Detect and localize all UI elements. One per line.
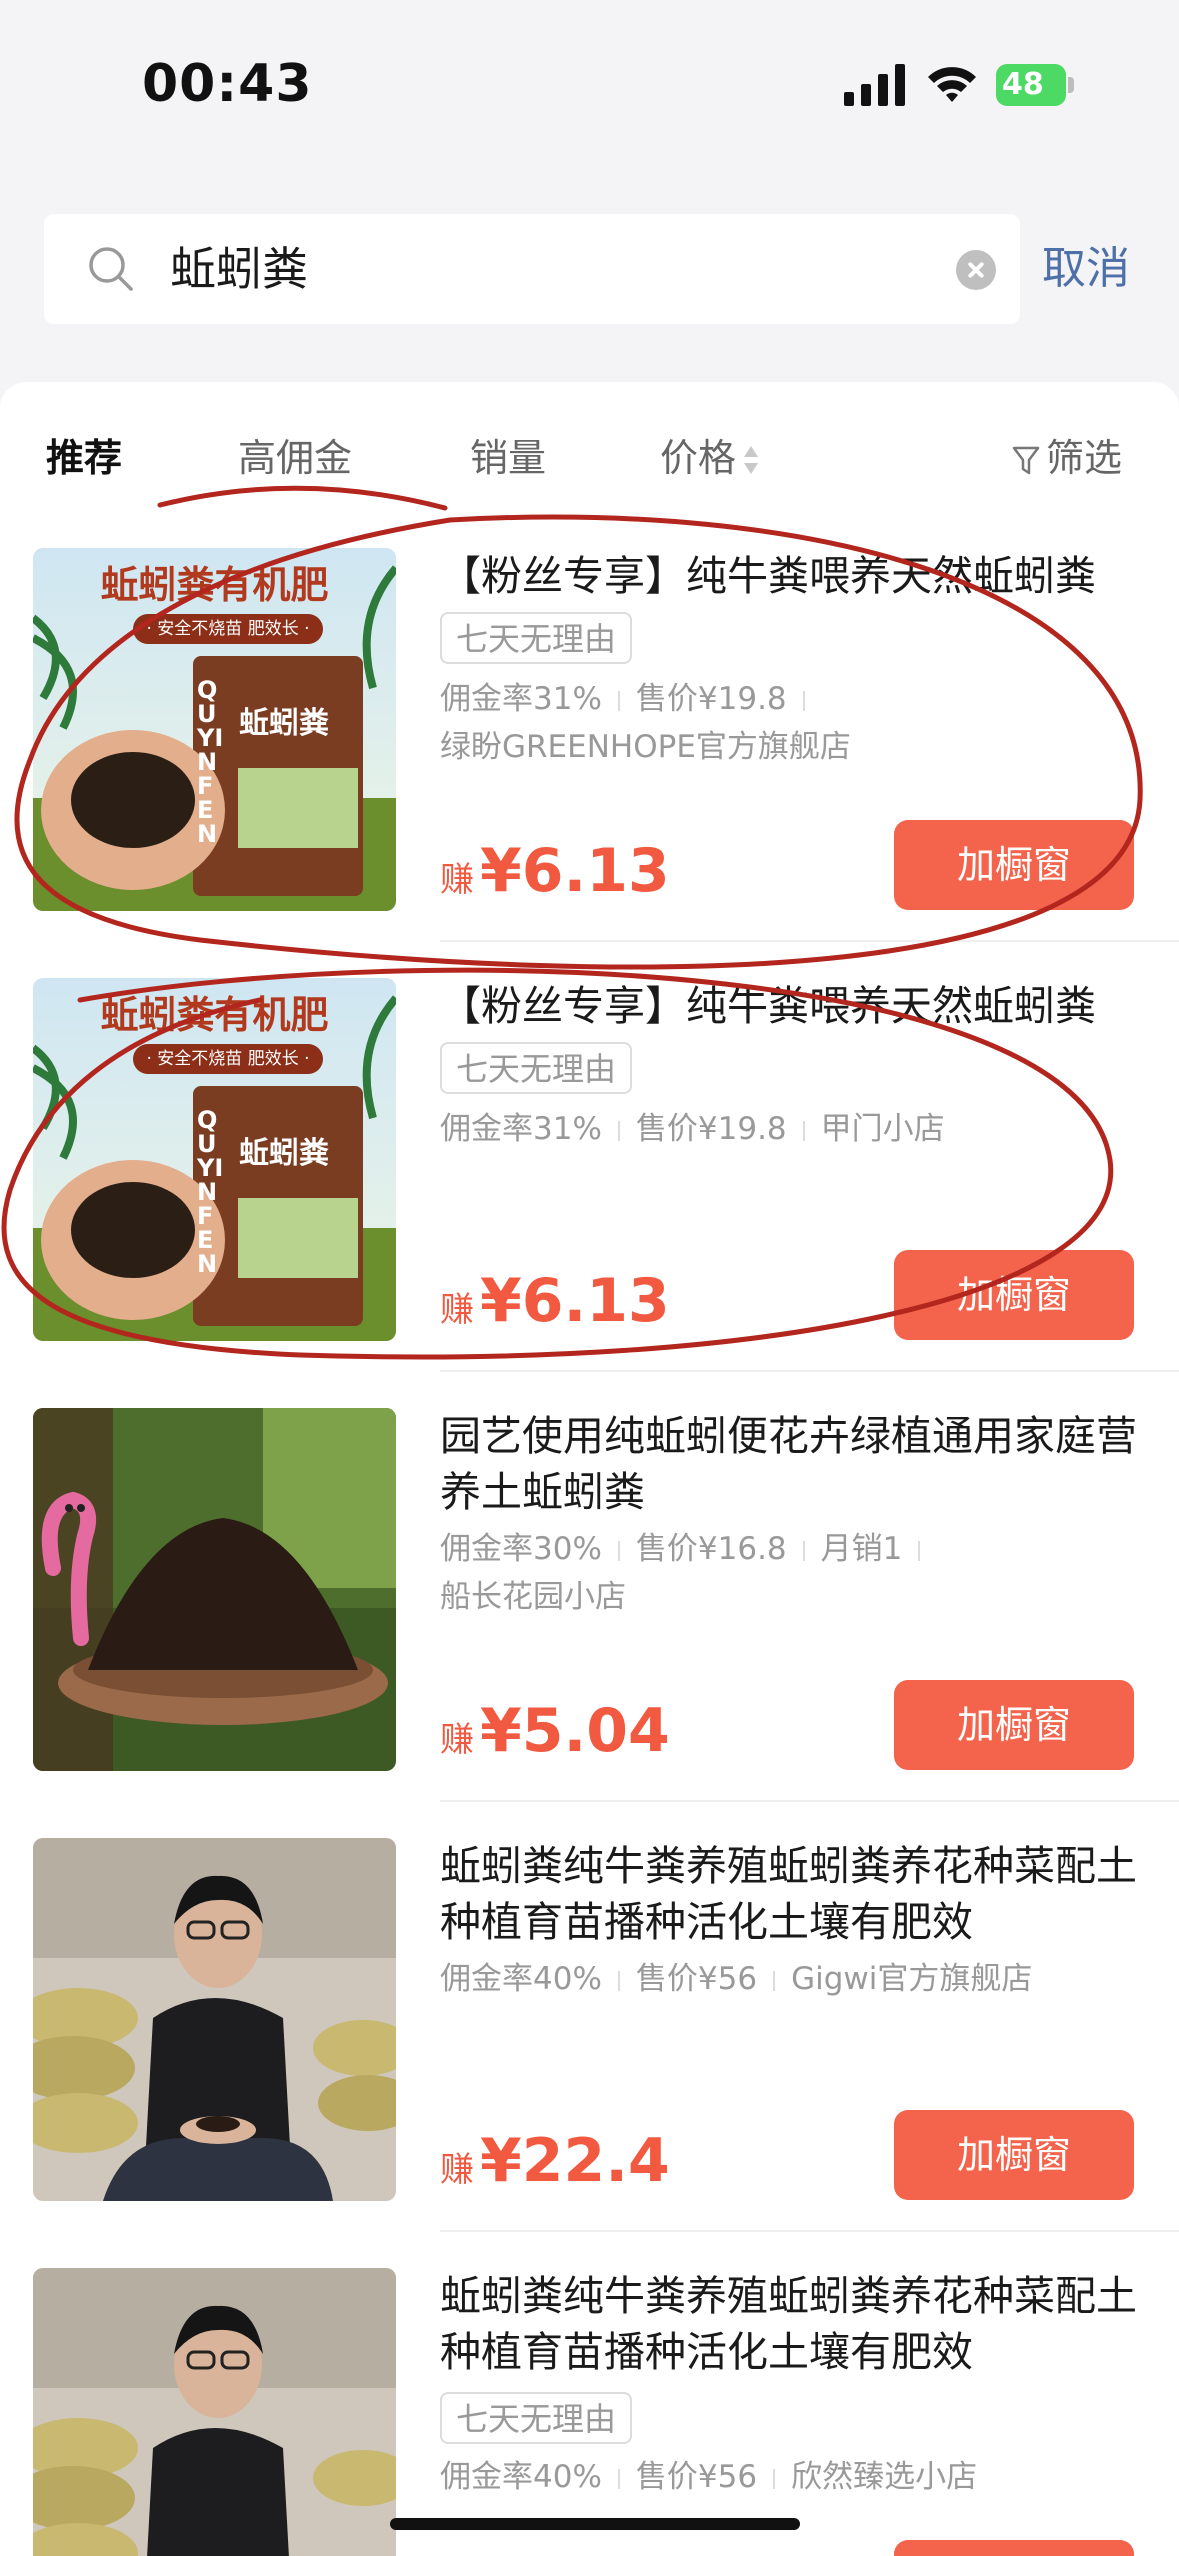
earn-label: 赚 bbox=[440, 860, 474, 900]
product-meta: 佣金率31% 售价¥19.8 甲门小店 bbox=[440, 1106, 945, 1152]
shop-name[interactable]: 船长花园小店 bbox=[440, 1574, 626, 1620]
image-bag-brand: QUYINFEN bbox=[197, 676, 224, 848]
sale-price: 售价¥19.8 bbox=[635, 681, 787, 717]
earn-amount: ¥6.13 bbox=[480, 836, 670, 906]
product-image[interactable]: 蚯蚓粪有机肥 · 安全不烧苗 肥效长 · QUYINFEN 蚯蚓粪 bbox=[33, 978, 396, 1341]
tab-label: 销量 bbox=[470, 436, 547, 480]
product-title[interactable]: 蚯蚓粪纯牛粪养殖蚯蚓粪养花种菜配土种植育苗播种活化土壤有肥效 bbox=[440, 2268, 1140, 2380]
earn-label: 赚 bbox=[440, 2150, 474, 2190]
product-item[interactable]: 蚯蚓粪纯牛粪养殖蚯蚓粪养花种菜配土种植育苗播种活化土壤有肥效 七天无理由 佣金率… bbox=[0, 2268, 1179, 2556]
earn-amount: ¥5.04 bbox=[480, 1696, 670, 1766]
product-item[interactable]: 蚯蚓粪纯牛粪养殖蚯蚓粪养花种菜配土种植育苗播种活化土壤有肥效 佣金率40% 售价¥… bbox=[0, 1838, 1179, 2268]
earn-label: 赚 bbox=[440, 1720, 474, 1760]
return-policy-tag: 七天无理由 bbox=[440, 1042, 633, 1094]
return-policy-tag: 七天无理由 bbox=[440, 2392, 633, 2444]
sale-price: 售价¥16.8 bbox=[635, 1531, 787, 1567]
product-title[interactable]: 蚯蚓粪纯牛粪养殖蚯蚓粪养花种菜配土种植育苗播种活化土壤有肥效 bbox=[440, 1838, 1140, 1950]
divider bbox=[440, 1800, 1179, 1802]
product-meta: 佣金率40% 售价¥56 欣然臻选小店 bbox=[440, 2454, 977, 2500]
tab-label: 推荐 bbox=[46, 436, 123, 480]
battery-icon: 48 bbox=[996, 64, 1076, 106]
sort-tabs: 推荐 高佣金 销量 价格 筛选 bbox=[0, 418, 1179, 498]
shop-name[interactable]: 欣然臻选小店 bbox=[791, 2459, 977, 2495]
earnings: 赚 ¥5.04 bbox=[440, 1696, 670, 1766]
add-to-showcase-button[interactable]: 加橱窗 bbox=[894, 1680, 1134, 1770]
tab-label: 价格 bbox=[660, 436, 737, 480]
search-input[interactable]: 蚯蚓粪 bbox=[170, 234, 308, 304]
cellular-signal-icon bbox=[844, 64, 905, 106]
tab-label: 高佣金 bbox=[238, 436, 353, 480]
sale-price: 售价¥19.8 bbox=[635, 1111, 787, 1147]
shop-name[interactable]: 绿盼GREENHOPE官方旗舰店 bbox=[440, 724, 851, 770]
earnings: 赚 ¥6.13 bbox=[440, 1266, 670, 1336]
product-title[interactable]: 【粉丝专享】纯牛粪喂养天然蚯蚓粪 bbox=[440, 978, 1140, 1034]
product-title[interactable]: 园艺使用纯蚯蚓便花卉绿植通用家庭营养土蚯蚓粪 bbox=[440, 1408, 1140, 1520]
product-title[interactable]: 【粉丝专享】纯牛粪喂养天然蚯蚓粪 bbox=[440, 548, 1140, 604]
image-bag-name: 蚯蚓粪 bbox=[239, 1136, 329, 1171]
battery-level: 48 bbox=[996, 64, 1066, 106]
add-to-showcase-button[interactable]: 加橱窗 bbox=[894, 820, 1134, 910]
commission-rate: 佣金率31% bbox=[440, 681, 602, 717]
product-item[interactable]: 蚯蚓粪有机肥 · 安全不烧苗 肥效长 · QUYINFEN 蚯蚓粪 【粉丝专享】… bbox=[0, 978, 1179, 1408]
product-meta: 佣金率31% 售价¥19.8 bbox=[440, 676, 821, 722]
product-item[interactable]: 园艺使用纯蚯蚓便花卉绿植通用家庭营养土蚯蚓粪 佣金率30% 售价¥16.8 月销1 … bbox=[0, 1408, 1179, 1838]
commission-rate: 佣金率40% bbox=[440, 1961, 602, 1997]
tab-recommend[interactable]: 推荐 bbox=[46, 418, 122, 498]
sale-price: 售价¥56 bbox=[635, 2459, 758, 2495]
earnings: 赚 ¥6.13 bbox=[440, 836, 670, 906]
image-slogan: · 安全不烧苗 肥效长 · bbox=[133, 614, 323, 644]
earn-amount: ¥22.4 bbox=[480, 2126, 670, 2196]
filter-icon bbox=[1012, 446, 1040, 474]
product-image[interactable] bbox=[33, 1408, 396, 1771]
divider bbox=[440, 940, 1179, 942]
add-to-showcase-button[interactable] bbox=[894, 2540, 1134, 2556]
sale-price: 售价¥56 bbox=[635, 1961, 758, 1997]
earn-amount: ¥6.13 bbox=[480, 1266, 670, 1336]
add-to-showcase-button[interactable]: 加橱窗 bbox=[894, 1250, 1134, 1340]
divider bbox=[440, 2230, 1179, 2232]
tab-sales[interactable]: 销量 bbox=[470, 418, 546, 498]
tab-high-commission[interactable]: 高佣金 bbox=[238, 418, 352, 498]
commission-rate: 佣金率31% bbox=[440, 1111, 602, 1147]
wifi-icon bbox=[928, 67, 976, 102]
filter-button[interactable]: 筛选 bbox=[1012, 418, 1122, 498]
status-time: 00:43 bbox=[142, 54, 313, 114]
commission-rate: 佣金率30% bbox=[440, 1531, 602, 1567]
search-bar[interactable]: 蚯蚓粪 bbox=[44, 214, 1020, 324]
sort-arrows-icon bbox=[744, 444, 759, 478]
image-bag-brand: QUYINFEN bbox=[197, 1106, 224, 1278]
divider bbox=[440, 1370, 1179, 1372]
add-to-showcase-button[interactable]: 加橱窗 bbox=[894, 2110, 1134, 2200]
image-slogan: · 安全不烧苗 肥效长 · bbox=[133, 1044, 323, 1074]
home-indicator bbox=[390, 2518, 800, 2530]
image-headline: 蚯蚓粪有机肥 bbox=[100, 993, 329, 1037]
clear-search-icon[interactable] bbox=[956, 250, 996, 290]
image-headline: 蚯蚓粪有机肥 bbox=[100, 563, 329, 607]
product-image[interactable]: 蚯蚓粪有机肥 · 安全不烧苗 肥效长 · QUYINFEN 蚯蚓粪 bbox=[33, 548, 396, 911]
product-image[interactable] bbox=[33, 2268, 396, 2556]
image-bag-name: 蚯蚓粪 bbox=[239, 706, 329, 741]
earn-label: 赚 bbox=[440, 1290, 474, 1330]
commission-rate: 佣金率40% bbox=[440, 2459, 602, 2495]
search-icon bbox=[89, 247, 133, 291]
shop-name[interactable]: Gigwi官方旗舰店 bbox=[791, 1961, 1032, 1997]
product-meta: 佣金率40% 售价¥56 Gigwi官方旗舰店 bbox=[440, 1956, 1032, 2002]
monthly-sales: 月销1 bbox=[820, 1531, 903, 1567]
product-image[interactable] bbox=[33, 1838, 396, 2201]
product-item[interactable]: 蚯蚓粪有机肥 · 安全不烧苗 肥效长 · QUYINFEN 蚯蚓粪 【粉丝专享】… bbox=[0, 548, 1179, 978]
cancel-button[interactable]: 取消 bbox=[1042, 234, 1130, 304]
product-meta: 佣金率30% 售价¥16.8 月销1 bbox=[440, 1526, 936, 1572]
tab-label: 筛选 bbox=[1046, 436, 1123, 480]
return-policy-tag: 七天无理由 bbox=[440, 612, 633, 664]
earnings: 赚 ¥22.4 bbox=[440, 2126, 670, 2196]
shop-name[interactable]: 甲门小店 bbox=[821, 1111, 945, 1147]
tab-price[interactable]: 价格 bbox=[660, 418, 759, 498]
status-bar: 00:43 48 bbox=[0, 0, 1179, 170]
